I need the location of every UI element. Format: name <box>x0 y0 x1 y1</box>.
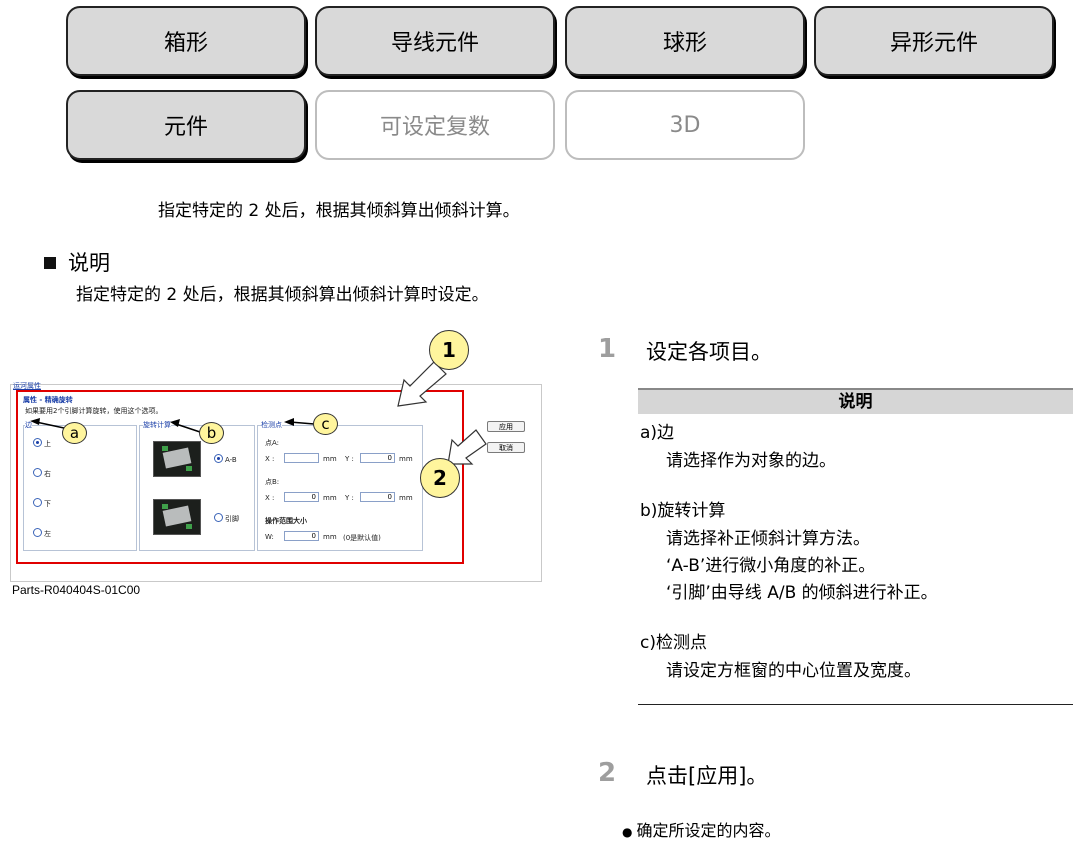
callout-2: 2 <box>420 458 460 498</box>
item-b-title: b)旋转计算 <box>640 501 726 521</box>
bullet-text: 确定所设定的内容。 <box>636 821 781 840</box>
step-1-number: 1 <box>598 334 617 364</box>
item-b-line: 请选择补正倾斜计算方法。 <box>666 529 870 549</box>
bullet-dot-icon: ● <box>622 825 633 839</box>
arrow-a-head <box>30 418 40 425</box>
arrow-b-head <box>170 419 180 427</box>
item-b-line: ‘引脚’由导线 A/B 的倾斜进行补正。 <box>666 583 938 603</box>
item-a-line: 请选择作为对象的边。 <box>666 451 836 471</box>
arrow-c-head <box>284 418 294 426</box>
table-header: 说明 <box>638 388 1073 414</box>
step-1-text: 设定各项目。 <box>646 340 772 364</box>
callout-arrows <box>30 361 487 465</box>
callout-b: b <box>199 422 224 444</box>
callout-c: c <box>313 413 338 435</box>
arrow-a <box>35 421 65 429</box>
arrow-b <box>175 423 201 433</box>
step-2-number: 2 <box>598 758 617 788</box>
arrow-1 <box>397 361 447 407</box>
callout-a: a <box>62 422 87 444</box>
figure-caption: Parts-R040404S-01C00 <box>12 583 141 597</box>
bullet-item: ● 确定所设定的内容。 <box>622 817 781 841</box>
item-b-line: ‘A-B’进行微小角度的补正。 <box>666 556 876 576</box>
item-a-title: a)边 <box>640 423 675 443</box>
callout-1: 1 <box>429 330 469 370</box>
arrow-2 <box>447 429 487 465</box>
item-c-title: c)检测点 <box>640 633 707 653</box>
item-c-line: 请设定方框窗的中心位置及宽度。 <box>666 661 921 681</box>
step-2-text: 点击[应用]。 <box>646 764 768 788</box>
table-bottom-rule <box>638 704 1073 705</box>
